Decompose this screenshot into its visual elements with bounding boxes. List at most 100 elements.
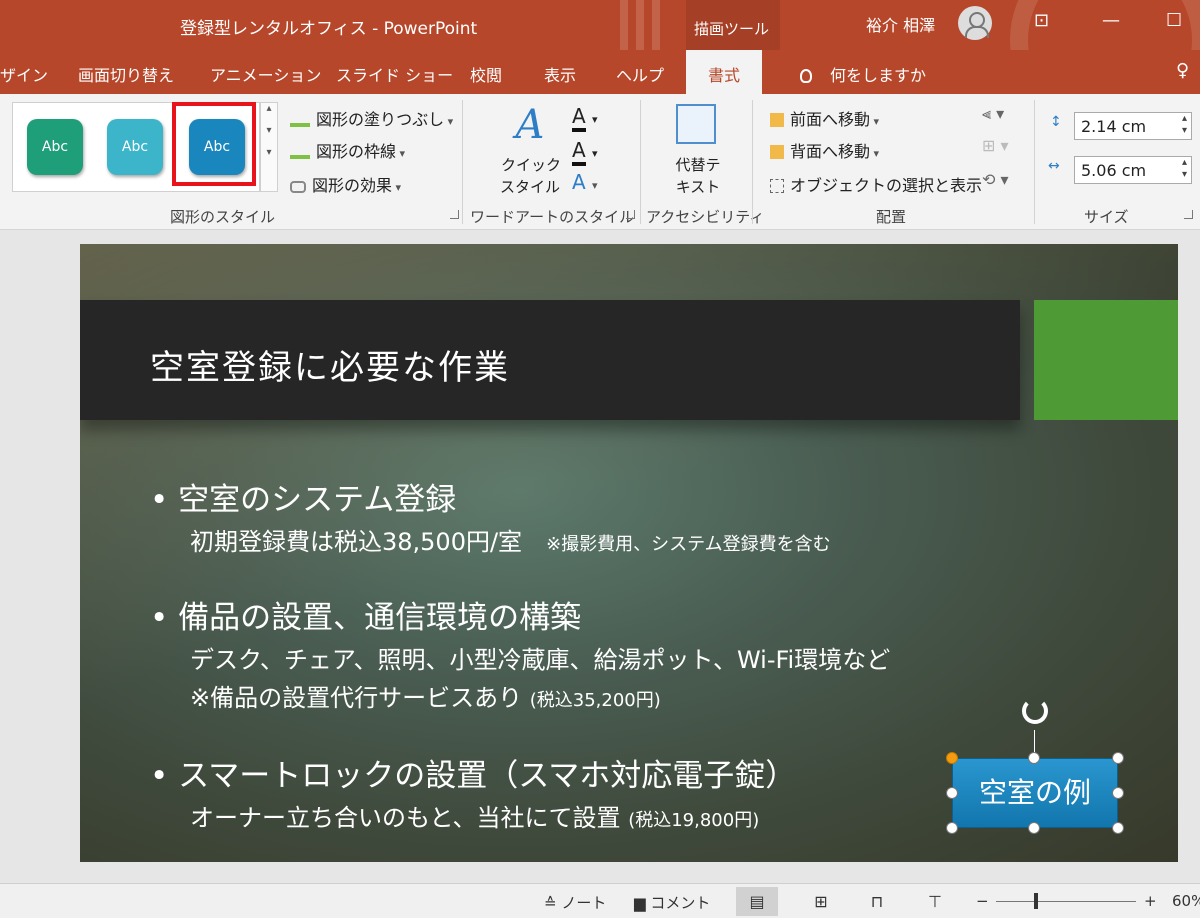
user-name[interactable]: 裕介 相澤 xyxy=(866,12,935,36)
bullet-2[interactable]: • 備品の設置、通信環境の構築 xyxy=(150,592,581,637)
shape-effects-button[interactable]: 図形の効果 xyxy=(290,172,401,196)
ribbon-display-options-icon[interactable]: ⊡ xyxy=(1034,10,1049,31)
resize-handle[interactable] xyxy=(1112,752,1124,764)
bring-forward-button[interactable]: 前面へ移動 xyxy=(770,106,879,130)
tab-slideshow[interactable]: スライド ショー xyxy=(336,62,453,86)
comments-button[interactable]: ▆ コメント xyxy=(634,892,710,913)
green-accent-block xyxy=(1034,300,1178,420)
title-decoration xyxy=(652,0,660,50)
resize-handle[interactable] xyxy=(1028,822,1040,834)
quick-styles-button[interactable]: A xyxy=(500,102,560,148)
group-separator xyxy=(752,100,753,224)
group-separator xyxy=(1034,100,1035,224)
slide[interactable]: 空室登録に必要な作業 • 空室のシステム登録 初期登録費は税込38,500円/室… xyxy=(80,244,1178,862)
zoom-level[interactable]: 60% xyxy=(1172,892,1200,910)
shape-outline-label: 図形の枠線 xyxy=(316,142,405,161)
tab-format[interactable]: 書式 xyxy=(686,50,763,94)
shape-style-swatch[interactable]: Abc xyxy=(107,119,163,175)
notes-button[interactable]: ≙ ノート xyxy=(544,892,606,913)
slide-title[interactable]: 空室登録に必要な作業 xyxy=(150,340,510,389)
shape-fill-button[interactable]: 図形の塗りつぶし xyxy=(290,106,453,130)
bullet-1[interactable]: • 空室のシステム登録 xyxy=(150,474,456,519)
wordart-launcher-icon[interactable] xyxy=(626,210,635,219)
rotate-icon[interactable]: ⟲ ▾ xyxy=(982,170,1009,189)
tab-transitions[interactable]: 画面切り替え xyxy=(78,62,174,86)
text-fill-button[interactable]: A ▾ xyxy=(572,104,598,132)
tab-review[interactable]: 校閲 xyxy=(470,62,502,86)
text-effects-button[interactable]: A ▾ xyxy=(572,170,598,194)
sub-line-4[interactable]: オーナー立ち合いのもと、当社にて設置 (税込19,800円) xyxy=(190,798,759,833)
paint-bucket-icon xyxy=(290,111,310,127)
minimize-icon[interactable]: — xyxy=(1102,10,1120,31)
height-icon: ↕ xyxy=(1050,114,1062,130)
title-decoration xyxy=(636,0,644,50)
zoom-out-icon[interactable]: − xyxy=(976,892,989,910)
rotation-handle-icon[interactable] xyxy=(1022,698,1048,724)
bullet-3[interactable]: • スマートロックの設置（スマホ対応電子錠） xyxy=(150,750,796,795)
tab-design[interactable]: ザイン xyxy=(0,62,48,86)
comment-icon: ▆ xyxy=(634,894,651,912)
text-outline-button[interactable]: A ▾ xyxy=(572,138,598,166)
shape-effects-label: 図形の効果 xyxy=(312,176,401,195)
sub-line-2[interactable]: デスク、チェア、照明、小型冷蔵庫、給湯ポット、Wi-Fi環境など xyxy=(190,640,890,675)
sub-line-3-text: ※備品の設置代行サービスあり xyxy=(190,684,523,712)
sub-line-1[interactable]: 初期登録費は税込38,500円/室 ※撮影費用、システム登録費を含む xyxy=(190,522,831,557)
width-input[interactable]: 5.06 cm xyxy=(1074,156,1192,184)
title-band: 空室登録に必要な作業 xyxy=(80,300,1020,420)
sub-line-3[interactable]: ※備品の設置代行サービスあり (税込35,200円) xyxy=(190,678,661,713)
selected-shape[interactable]: 空室の例 xyxy=(952,758,1118,828)
alt-text-icon[interactable] xyxy=(676,104,716,144)
accessibility-group-label: アクセシビリティ xyxy=(646,208,765,226)
gallery-scroll[interactable]: ▴ ▾ ▾ xyxy=(260,102,278,192)
ribbon-tabs: ザイン 画面切り替え アニメーション スライド ショー 校閲 表示 ヘルプ 書式… xyxy=(0,50,1200,94)
share-icon[interactable]: ♀ xyxy=(1176,60,1189,81)
send-backward-label: 背面へ移動 xyxy=(790,142,879,161)
send-backward-button[interactable]: 背面へ移動 xyxy=(770,138,879,162)
resize-handle[interactable] xyxy=(1112,822,1124,834)
shape-outline-button[interactable]: 図形の枠線 xyxy=(290,138,405,162)
resize-handle[interactable] xyxy=(1112,787,1124,799)
alt-text-label-2: キスト xyxy=(675,178,721,196)
zoom-slider[interactable] xyxy=(996,901,1136,902)
align-icon[interactable]: ⫷ ▾ xyxy=(982,104,1004,124)
adjust-handle[interactable] xyxy=(946,752,958,764)
normal-view-icon[interactable]: ▤ xyxy=(736,887,778,916)
size-group-label: サイズ xyxy=(1084,208,1129,226)
height-input[interactable]: 2.14 cm xyxy=(1074,112,1192,140)
alt-text-label-1: 代替テ xyxy=(675,156,721,174)
text-outline-icon: A xyxy=(572,138,586,166)
shape-styles-launcher-icon[interactable] xyxy=(450,210,459,219)
context-tab-group-label: 描画ツール xyxy=(694,20,770,38)
resize-handle[interactable] xyxy=(946,787,958,799)
zoom-in-icon[interactable]: + xyxy=(1144,892,1157,910)
resize-handle[interactable] xyxy=(946,822,958,834)
tab-animations[interactable]: アニメーション xyxy=(210,62,321,86)
title-decoration xyxy=(620,0,628,50)
shape-effects-icon xyxy=(290,181,306,193)
avatar[interactable] xyxy=(958,6,992,40)
selection-pane-button[interactable]: オブジェクトの選択と表示 xyxy=(770,172,982,196)
maximize-icon[interactable]: ☐ xyxy=(1166,10,1182,31)
slideshow-view-icon[interactable]: ⊤ xyxy=(914,887,956,916)
selection-pane-icon xyxy=(770,179,784,193)
text-fill-icon: A xyxy=(572,104,586,132)
quick-styles-label-1: クイック xyxy=(500,156,561,174)
size-launcher-icon[interactable] xyxy=(1184,210,1193,219)
tab-help[interactable]: ヘルプ xyxy=(616,62,664,86)
resize-handle[interactable] xyxy=(1028,752,1040,764)
selection-highlight-box xyxy=(172,102,256,186)
tab-view[interactable]: 表示 xyxy=(544,62,576,86)
shape-style-swatch[interactable]: Abc xyxy=(27,119,83,175)
wordart-a-icon: A xyxy=(515,102,545,148)
context-tab-group: 描画ツール xyxy=(686,0,780,50)
lightbulb-icon xyxy=(800,69,812,83)
sub-line-1-note: ※撮影費用、システム登録費を含む xyxy=(546,534,831,555)
send-backward-icon xyxy=(770,145,784,159)
tell-me-box[interactable]: 何をしますか xyxy=(800,62,926,86)
zoom-slider-thumb[interactable] xyxy=(1034,893,1038,909)
reading-view-icon[interactable]: ⊓ xyxy=(856,887,898,916)
bring-forward-label: 前面へ移動 xyxy=(790,110,879,129)
slide-sorter-icon[interactable]: ⊞ xyxy=(800,887,842,916)
group-icon[interactable]: ⊞ ▾ xyxy=(982,136,1009,155)
text-effects-icon: A xyxy=(572,170,586,194)
